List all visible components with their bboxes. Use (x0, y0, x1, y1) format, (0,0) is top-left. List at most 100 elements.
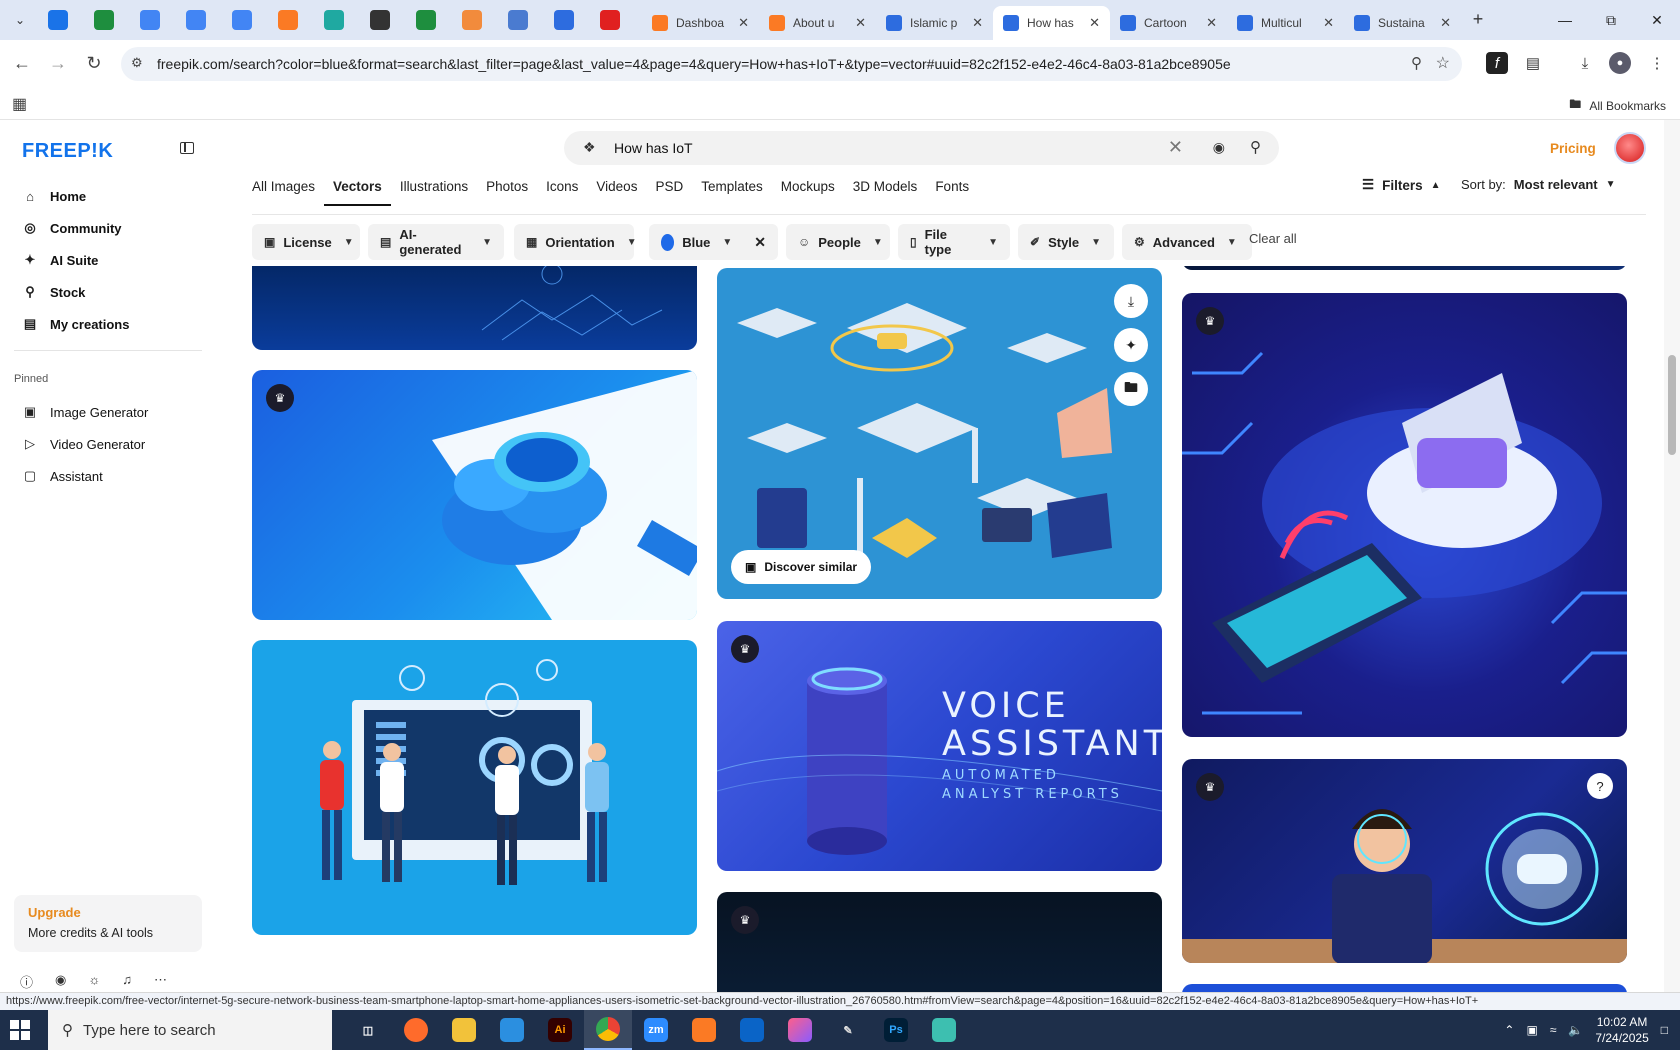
sidebar-item-my-creations[interactable]: ▤ My creations (14, 308, 202, 340)
minimize-icon[interactable]: — (1542, 0, 1588, 40)
result-card[interactable] (1182, 984, 1627, 992)
docs-icon[interactable] (186, 10, 206, 30)
tab-psd[interactable]: PSD (646, 176, 692, 206)
tab-mockups[interactable]: Mockups (772, 176, 844, 206)
tray-chevron-icon[interactable]: ⌃ (1504, 1023, 1514, 1037)
extension-icon[interactable]: f (1486, 52, 1508, 74)
search-input[interactable]: How has IoT (614, 140, 693, 156)
help-icon[interactable]: ? (1587, 773, 1613, 799)
tab-icons[interactable]: Icons (537, 176, 587, 206)
filter-chip-license[interactable]: ▣ License ▼ (252, 224, 360, 260)
vpn-icon[interactable] (48, 10, 68, 30)
vscode-icon[interactable] (488, 1010, 536, 1050)
filter-chip-advanced[interactable]: ⚙ Advanced ▼ (1122, 224, 1252, 260)
filter-chip-blue[interactable]: Blue ▼ ✕ (649, 224, 778, 260)
ai-search-icon[interactable]: ❖ (583, 139, 596, 156)
network-icon[interactable]: ▣ (1526, 1023, 1537, 1037)
site-info-icon[interactable]: ⚙ (131, 55, 143, 71)
discord-icon[interactable]: ◉ (55, 972, 66, 991)
result-card[interactable]: ♛ (1182, 293, 1627, 737)
zoom-icon[interactable]: zm (632, 1010, 680, 1050)
sheets-icon[interactable] (416, 10, 436, 30)
bookmark-star-icon[interactable]: ☆ (1436, 53, 1450, 73)
reload-icon[interactable]: ↻ (82, 51, 106, 75)
clear-all-link[interactable]: Clear all (1249, 231, 1297, 246)
download-icon[interactable]: ⤓ (1574, 52, 1596, 74)
illustrator-icon[interactable]: Ai (536, 1010, 584, 1050)
tab-vectors[interactable]: Vectors (324, 176, 391, 206)
result-card[interactable] (1182, 266, 1627, 270)
tab-3d-models[interactable]: 3D Models (844, 176, 927, 206)
windows-start-icon[interactable] (10, 1020, 30, 1040)
sheets-icon[interactable] (94, 10, 114, 30)
filters-button[interactable]: ☰ Filters ▲ (1362, 177, 1441, 193)
all-bookmarks[interactable]: 🖿 All Bookmarks (1569, 95, 1666, 116)
new-tab-icon[interactable]: + (1466, 8, 1490, 32)
theme-icon[interactable]: ☼ (88, 972, 100, 991)
url-text[interactable]: freepik.com/search?color=blue&format=sea… (157, 56, 1231, 72)
menu-icon[interactable]: ⋮ (1646, 52, 1668, 74)
youtube-icon[interactable] (600, 10, 620, 30)
close-tab-icon[interactable]: ✕ (1089, 15, 1100, 31)
tab-fonts[interactable]: Fonts (926, 176, 978, 206)
search-icon[interactable]: ⚲ (1250, 138, 1261, 156)
filter-chip-file-type[interactable]: ▯ File type ▼ (898, 224, 1010, 260)
tab-illustrations[interactable]: Illustrations (391, 176, 477, 206)
upgrade-card[interactable]: Upgrade More credits & AI tools (14, 895, 202, 952)
camera-icon[interactable]: ◉ (1213, 139, 1225, 156)
taskbar-search[interactable]: ⚲ Type here to search (48, 1010, 332, 1050)
result-card[interactable]: ♛ VOICE ASSISTANT AUTOMATED ANALYST REPO… (717, 621, 1162, 871)
wifi-icon[interactable]: ≈ (1550, 1023, 1557, 1037)
sort-control[interactable]: Sort by: Most relevant ▼ (1461, 177, 1616, 192)
chrome-icon[interactable] (584, 1010, 632, 1050)
outlook-icon[interactable] (728, 1010, 776, 1050)
photoshop-icon[interactable]: Ps (872, 1010, 920, 1050)
browser-tab[interactable]: Multicul ✕ (1227, 6, 1344, 40)
user-avatar[interactable] (1614, 132, 1646, 164)
clock[interactable]: 10:02 AM 7/24/2025 (1595, 1014, 1648, 1046)
grid-app-icon[interactable] (508, 10, 528, 30)
browser-tab[interactable]: About u ✕ (759, 6, 876, 40)
tab-photos[interactable]: Photos (477, 176, 537, 206)
filter-chip-style[interactable]: ✐ Style ▼ (1018, 224, 1114, 260)
apps-grid-icon[interactable]: ▦ (12, 94, 27, 114)
address-bar[interactable]: ⚙ freepik.com/search?color=blue&format=s… (121, 47, 1462, 81)
docs-icon[interactable] (232, 10, 252, 30)
app-icon[interactable] (324, 10, 344, 30)
remove-color-filter-icon[interactable]: ✕ (754, 234, 766, 251)
close-tab-icon[interactable]: ✕ (855, 15, 866, 31)
result-card[interactable]: ♛ ? (1182, 759, 1627, 963)
extensions-puzzle-icon[interactable]: ▤ (1522, 52, 1544, 74)
ai-edit-icon[interactable]: ✦ (1114, 328, 1148, 362)
save-to-collection-icon[interactable]: 🖿 (1114, 372, 1148, 406)
photos-icon[interactable] (776, 1010, 824, 1050)
notification-icon[interactable]: ♫ (122, 972, 132, 991)
browser-tab[interactable]: How has ✕ (993, 6, 1110, 40)
tab-videos[interactable]: Videos (587, 176, 646, 206)
collapse-sidebar-icon[interactable] (180, 142, 194, 154)
filter-chip-orientation[interactable]: ▦ Orientation ▼ (514, 224, 637, 260)
close-tab-icon[interactable]: ✕ (1440, 15, 1451, 31)
app-icon[interactable] (920, 1010, 968, 1050)
close-tab-icon[interactable]: ✕ (1323, 15, 1334, 31)
sidebar-item-home[interactable]: ⌂ Home (14, 180, 202, 212)
sidebar-item-community[interactable]: ◎ Community (14, 212, 202, 244)
sidebar-item-stock[interactable]: ⚲ Stock (14, 276, 202, 308)
browser-tab[interactable]: Cartoon ✕ (1110, 6, 1227, 40)
close-tab-icon[interactable]: ✕ (1206, 15, 1217, 31)
xampp-icon[interactable] (278, 10, 298, 30)
download-icon[interactable]: ⤓ (1114, 284, 1148, 318)
page-scrollbar[interactable] (1664, 120, 1680, 992)
search-bar[interactable]: ❖ How has IoT ✕ ◉ ⚲ (564, 131, 1279, 165)
filter-chip-people[interactable]: ☺ People ▼ (786, 224, 890, 260)
notifications-icon[interactable]: □ (1661, 1023, 1668, 1037)
docs-icon[interactable] (140, 10, 160, 30)
restore-icon[interactable]: ⧉ (1588, 0, 1634, 40)
sidebar-item-video-generator[interactable]: ▷ Video Generator (14, 428, 202, 460)
sidebar-item-ai-suite[interactable]: ✦ AI Suite (14, 244, 202, 276)
close-tab-icon[interactable]: ✕ (972, 15, 983, 31)
freepik-logo[interactable]: FREEP!K (22, 140, 113, 163)
forward-icon[interactable]: → (46, 51, 70, 75)
result-card[interactable] (252, 266, 697, 350)
more-icon[interactable]: ⋯ (154, 972, 167, 991)
